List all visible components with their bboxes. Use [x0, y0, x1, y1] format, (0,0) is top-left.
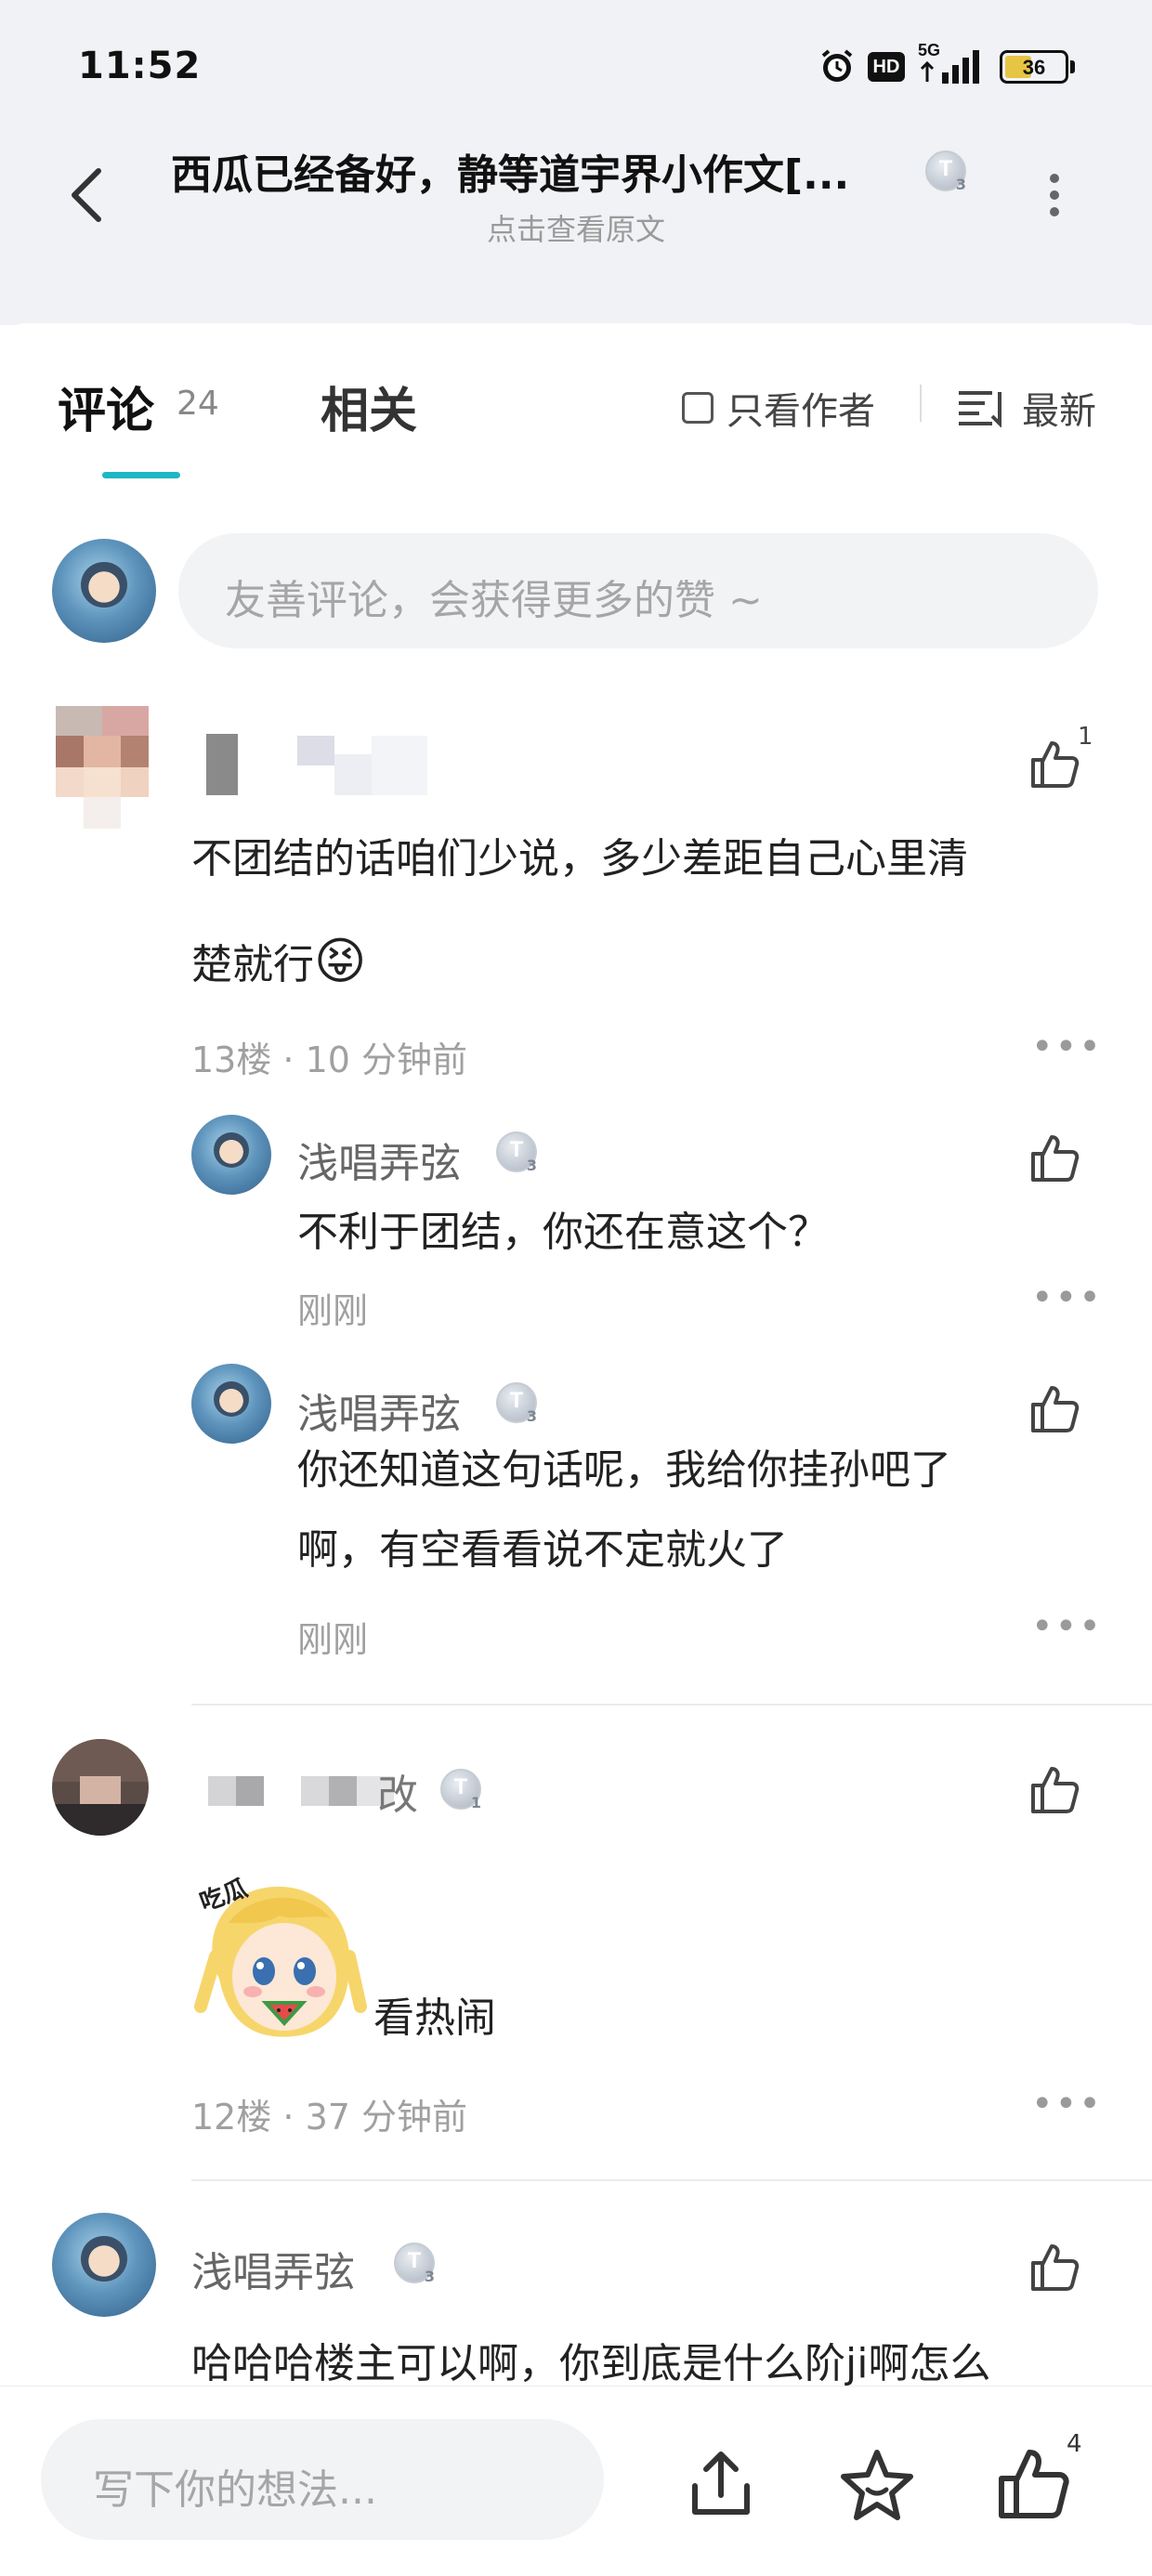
- battery-icon: 36: [1000, 50, 1076, 84]
- thumbs-up-icon: [1031, 1135, 1080, 1182]
- active-tab-indicator: [102, 472, 180, 478]
- grinning-tongue-emoji: 😝: [314, 932, 367, 990]
- comment-divider: [191, 2179, 1152, 2181]
- thumbs-up-icon: [1031, 2244, 1080, 2291]
- favorite-button[interactable]: [838, 2445, 916, 2523]
- reply-more-button[interactable]: •••: [1031, 1276, 1103, 1319]
- share-icon: [692, 2452, 750, 2515]
- like-button[interactable]: [1026, 1130, 1081, 1185]
- tab-related[interactable]: 相关: [321, 372, 417, 441]
- like-post-button[interactable]: [994, 2445, 1072, 2523]
- thumbs-up-icon: [999, 2450, 1069, 2518]
- battery-level: 36: [1022, 56, 1046, 79]
- vertical-dots-icon: [1050, 174, 1059, 216]
- like-button[interactable]: [1026, 1761, 1081, 1817]
- commenter-avatar[interactable]: [52, 1739, 149, 1836]
- comment-input-placeholder: 友善评论，会获得更多的赞 ~: [225, 577, 763, 624]
- author-only-label: 只看作者: [727, 390, 875, 433]
- comments-count: 24: [177, 385, 219, 423]
- view-original-link[interactable]: 点击查看原文: [0, 206, 1152, 249]
- reply-time: 刚刚: [297, 1619, 369, 1660]
- my-avatar[interactable]: [52, 539, 156, 643]
- more-options-button[interactable]: [1031, 167, 1078, 223]
- comment-text: 不团结的话咱们少说，多少差距自己心里清 楚就行😝: [191, 835, 968, 990]
- sort-button[interactable]: 最新: [957, 381, 1096, 435]
- like-count: 1: [1078, 723, 1093, 751]
- write-comment-placeholder: 写下你的想法...: [93, 2466, 377, 2514]
- user-level-badge: T1: [440, 1769, 481, 1811]
- commenter-username[interactable]: 浅唱弄弦: [191, 2239, 355, 2298]
- reply-text: 你还知道这句话呢，我给你挂孙吧了 啊，有空看看说不定就火了: [297, 1446, 951, 1574]
- reply-text: 不利于团结，你还在意这个？: [297, 1209, 829, 1256]
- comment-more-button[interactable]: •••: [1031, 2083, 1103, 2125]
- write-comment-input[interactable]: 写下你的想法...: [41, 2419, 604, 2540]
- alarm-icon: [818, 46, 857, 85]
- blurred-username-extra: [297, 736, 427, 795]
- signal-icon: [920, 48, 985, 85]
- share-button[interactable]: [684, 2447, 758, 2521]
- reply-time: 刚刚: [297, 1290, 369, 1331]
- watermelon-sticker: 吃瓜: [191, 1867, 368, 2049]
- comment-text: 哈哈哈楼主可以啊，你到底是什么阶ji啊怎么: [191, 2340, 991, 2386]
- author-level-badge: T3: [925, 150, 966, 193]
- checkbox-icon[interactable]: [682, 392, 713, 424]
- author-only-filter[interactable]: 只看作者: [682, 381, 875, 435]
- thumbs-up-icon: [1031, 1386, 1080, 1432]
- thumbs-up-icon: [1031, 1767, 1080, 1813]
- comment-divider: [191, 1704, 1152, 1706]
- tab-comments[interactable]: 评论: [58, 372, 154, 441]
- blurred-username: [206, 734, 238, 795]
- comment-meta: 12楼 · 37 分钟前: [191, 2097, 468, 2138]
- user-level-badge: T3: [496, 1131, 537, 1174]
- commenter-avatar[interactable]: [56, 706, 149, 829]
- reply-more-button[interactable]: •••: [1031, 1605, 1103, 1648]
- star-icon: [841, 2450, 913, 2520]
- post-like-count: 4: [1067, 2430, 1082, 2458]
- user-level-badge: T3: [394, 2243, 435, 2285]
- status-time: 11:52: [78, 45, 202, 87]
- like-button[interactable]: [1026, 2239, 1081, 2295]
- sort-icon: [959, 391, 1001, 427]
- page-title[interactable]: 西瓜已经备好，静等道宇界小作文[...: [171, 141, 849, 201]
- comment-more-button[interactable]: •••: [1031, 1026, 1103, 1068]
- username-fragment: 改: [377, 1772, 418, 1819]
- reply-avatar[interactable]: [191, 1364, 271, 1444]
- user-level-badge: T3: [496, 1382, 537, 1425]
- filter-divider: [920, 385, 922, 422]
- like-button[interactable]: [1026, 1380, 1081, 1436]
- reply-username[interactable]: 浅唱弄弦: [297, 1130, 461, 1189]
- commenter-avatar[interactable]: [52, 2213, 156, 2317]
- hd-icon: HD: [868, 52, 905, 82]
- like-button[interactable]: [1026, 736, 1081, 791]
- comment-text: 看热闹: [373, 1994, 496, 2042]
- comment-meta: 13楼 · 10 分钟前: [191, 1040, 468, 1080]
- sort-label: 最新: [1022, 390, 1096, 433]
- comment-input[interactable]: 友善评论，会获得更多的赞 ~: [178, 533, 1098, 648]
- thumbs-up-icon: [1031, 741, 1080, 788]
- reply-avatar[interactable]: [191, 1115, 271, 1195]
